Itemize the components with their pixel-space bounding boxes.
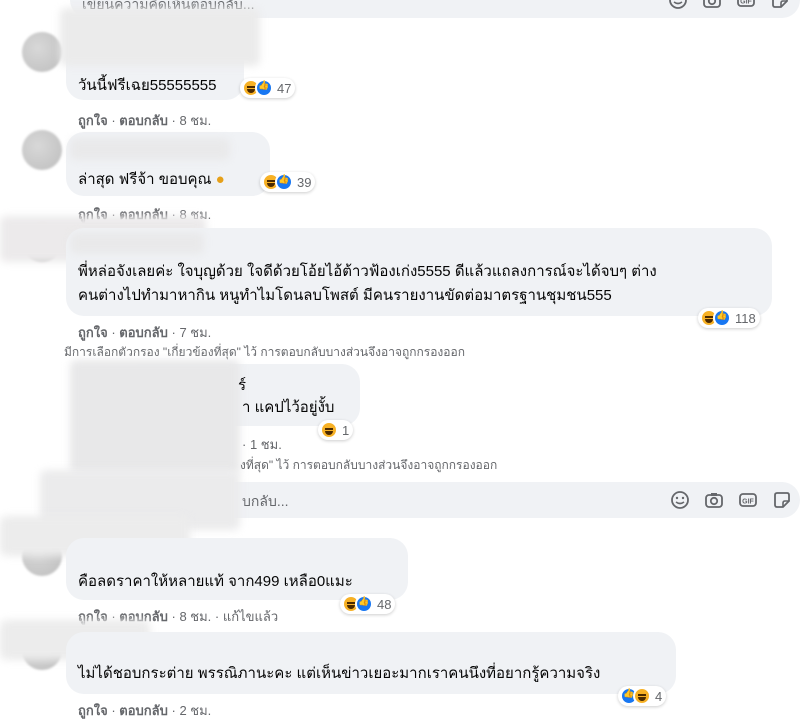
- comment-text: ล่าสุด ฟรีจ้า ขอบคุณ ●: [78, 170, 225, 190]
- reaction-summary[interactable]: 118: [698, 308, 760, 328]
- reaction-count: 118: [735, 310, 756, 326]
- like-icon: [355, 595, 373, 613]
- emoji-icon[interactable]: [670, 490, 690, 510]
- comment-bubble: [66, 632, 676, 694]
- comment-text: า แคปไว้อยู่งั้บ: [242, 399, 335, 416]
- commenter-name-redacted: [70, 138, 230, 160]
- reply-action[interactable]: ตอบกลับ: [119, 703, 168, 718]
- avatar[interactable]: [22, 130, 62, 170]
- comment-text-body: ล่าสุด ฟรีจ้า ขอบคุณ: [78, 171, 212, 188]
- reaction-summary[interactable]: 1: [318, 420, 354, 440]
- like-icon: [255, 79, 273, 97]
- like-action[interactable]: ถูกใจ: [78, 325, 108, 340]
- reply-placeholder: บกลับ...: [242, 493, 289, 509]
- handshake-emoji: ●: [215, 171, 225, 188]
- commenter-redacted: [70, 360, 240, 474]
- gif-icon[interactable]: GIF: [736, 0, 756, 10]
- haha-icon: [320, 421, 338, 439]
- reaction-summary[interactable]: 48: [340, 594, 396, 614]
- filter-notice: งที่สุด" ไว้ การตอบกลับบางส่วนจึงอาจถูกก…: [240, 458, 498, 472]
- haha-icon: [633, 687, 651, 705]
- reaction-count: 4: [655, 688, 663, 704]
- sticker-icon[interactable]: [770, 0, 790, 10]
- comment-actions: ถูกใจ · ตอบกลับ · 7 ชม.: [78, 325, 212, 340]
- commenter-name-fragment: ร์: [238, 377, 247, 394]
- like-action[interactable]: ถูกใจ: [78, 113, 108, 128]
- gif-icon[interactable]: GIF: [738, 490, 758, 510]
- comment-text: ไม่ได้ชอบกระต่าย พรรณิภานะคะ แต่เห็นข่าว…: [78, 665, 601, 682]
- reaction-count: 1: [342, 422, 350, 438]
- sticker-icon[interactable]: [772, 490, 792, 510]
- like-action[interactable]: ถูกใจ: [78, 703, 108, 718]
- edited-label[interactable]: แก้ไขแล้ว: [223, 609, 278, 624]
- avatar[interactable]: [22, 32, 62, 72]
- reply-action[interactable]: ตอบกลับ: [119, 325, 168, 340]
- timestamp[interactable]: 8 ชม.: [179, 113, 211, 128]
- comment-text: วันนี้ฟรีเฉย55555555: [78, 77, 217, 94]
- reaction-summary[interactable]: 39: [260, 172, 316, 192]
- comment-actions: ถูกใจ · ตอบกลับ · 2 ชม.: [78, 703, 212, 718]
- svg-text:GIF: GIF: [742, 499, 754, 506]
- commenter-name-redacted: [70, 232, 204, 254]
- like-icon: [713, 309, 731, 327]
- comment-actions: · 1 ชม.: [242, 437, 282, 452]
- reaction-summary[interactable]: 4: [618, 686, 667, 706]
- reaction-summary[interactable]: 47: [240, 78, 296, 98]
- timestamp[interactable]: 8 ชม.: [179, 609, 211, 624]
- comment-actions: ถูกใจ · ตอบกลับ · 8 ชม.: [78, 113, 212, 128]
- camera-icon[interactable]: [704, 490, 724, 510]
- comment-text-line1: พี่หล่อจังเลยค่ะ ใจบุญด้วย ใจดีด้วยโอ้ยไ…: [78, 263, 657, 280]
- like-icon: [275, 173, 293, 191]
- svg-text:GIF: GIF: [740, 0, 752, 6]
- reply-action[interactable]: ตอบกลับ: [119, 113, 168, 128]
- comment-text: คือลดราคาให้หลายแท้ จาก499 เหลือ0แมะ: [78, 573, 353, 590]
- reaction-count: 48: [377, 596, 392, 612]
- timestamp[interactable]: 2 ชม.: [179, 703, 211, 718]
- timestamp[interactable]: 1 ชม.: [250, 437, 282, 452]
- reaction-count: 39: [297, 174, 312, 190]
- commenter-name-redacted: [60, 8, 260, 66]
- reaction-count: 47: [277, 80, 292, 96]
- timestamp[interactable]: 7 ชม.: [179, 325, 211, 340]
- comment-text-line2: คนต่างไปทำมาหากิน หนูทำไมโดนลบโพสต์ มีคน…: [78, 287, 612, 304]
- emoji-icon[interactable]: [668, 0, 688, 10]
- camera-icon[interactable]: [702, 0, 722, 10]
